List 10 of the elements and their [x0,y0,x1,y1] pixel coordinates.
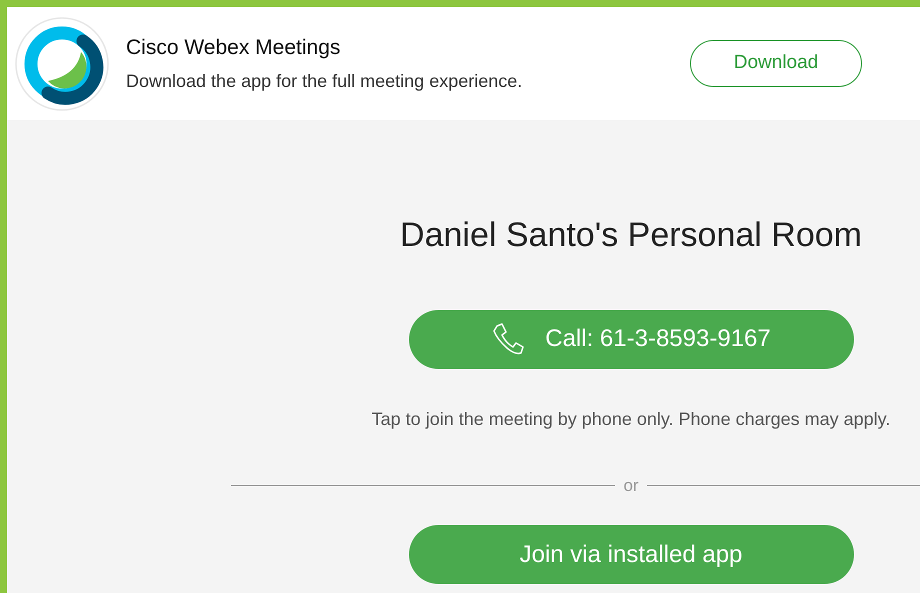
app-logo-icon [15,16,109,110]
app-name: Cisco Webex Meetings [126,34,342,61]
room-title: Daniel Santo's Personal Room [400,215,862,256]
call-note: Tap to join the meeting by phone only. Phone charges may apply. [372,408,890,431]
divider-label: or [623,474,639,496]
download-button[interactable]: Download [690,40,862,87]
call-button[interactable]: Call: 61-3-8593-9167 [408,310,854,368]
phone-icon [491,322,526,356]
tagline: Download the app for the full meeting experience. [126,70,522,92]
join-button[interactable]: Join via installed app [408,525,854,584]
